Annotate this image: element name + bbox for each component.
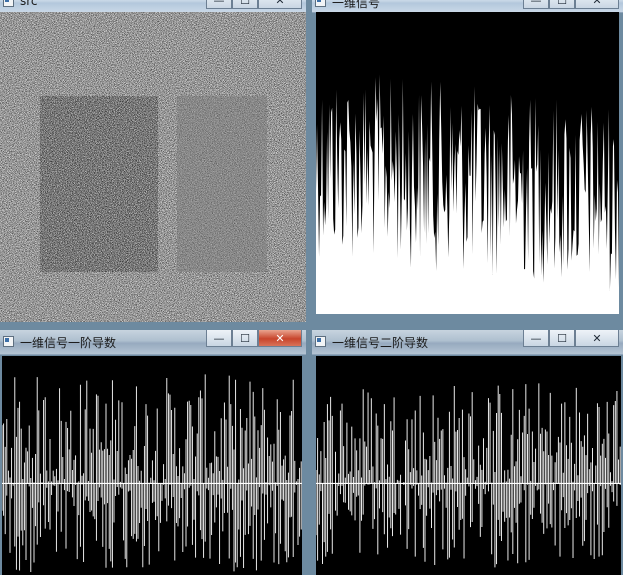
- first-derivative-plot: [2, 356, 302, 575]
- maximize-button[interactable]: ☐: [549, 330, 575, 347]
- window-icon: [3, 0, 14, 7]
- minimize-button[interactable]: —: [206, 0, 232, 9]
- window-icon: [315, 336, 326, 347]
- maximize-icon: ☐: [240, 0, 250, 7]
- window-first-derivative: 一维信号一阶导数 — ☐ ✕: [0, 330, 306, 575]
- maximize-icon: ☐: [240, 331, 250, 345]
- minimize-icon: —: [213, 331, 225, 345]
- minimize-icon: —: [530, 331, 542, 345]
- minimize-icon: —: [530, 0, 542, 7]
- close-button[interactable]: ✕: [575, 0, 619, 9]
- maximize-button[interactable]: ☐: [549, 0, 575, 9]
- signal-plot: [316, 12, 619, 314]
- maximize-icon: ☐: [557, 0, 567, 7]
- titlebar-first-derivative[interactable]: 一维信号一阶导数 — ☐ ✕: [0, 330, 306, 355]
- second-derivative-plot: [316, 356, 621, 575]
- minimize-button[interactable]: —: [523, 330, 549, 347]
- window-title: 一维信号二阶导数: [332, 336, 429, 350]
- noisy-image: [0, 12, 306, 322]
- close-icon: ✕: [592, 0, 602, 7]
- window-title: 一维信号一阶导数: [20, 336, 117, 350]
- maximize-button[interactable]: ☐: [232, 0, 258, 9]
- src-image-canvas: [0, 12, 306, 322]
- first-derivative-plot-canvas: [2, 356, 302, 575]
- close-button[interactable]: ✕: [258, 330, 302, 347]
- close-button[interactable]: ✕: [258, 0, 302, 9]
- second-derivative-plot-canvas: [316, 356, 621, 575]
- maximize-button[interactable]: ☐: [232, 330, 258, 347]
- window-icon: [3, 336, 14, 347]
- window-icon: [315, 0, 326, 7]
- signal-plot-canvas: [316, 12, 619, 314]
- window-src: src — ☐ ✕: [0, 0, 306, 322]
- titlebar-second-derivative[interactable]: 一维信号二阶导数 — ☐ ✕: [312, 330, 623, 355]
- close-icon: ✕: [275, 331, 285, 345]
- close-button[interactable]: ✕: [575, 330, 619, 347]
- close-icon: ✕: [592, 331, 602, 345]
- window-title: src: [20, 0, 38, 8]
- minimize-icon: —: [213, 0, 225, 7]
- window-signal: 一维信号 — ☐ ✕: [312, 0, 623, 322]
- window-title: 一维信号: [332, 0, 381, 10]
- maximize-icon: ☐: [557, 331, 567, 345]
- minimize-button[interactable]: —: [206, 330, 232, 347]
- window-second-derivative: 一维信号二阶导数 — ☐ ✕: [312, 330, 623, 575]
- close-icon: ✕: [275, 0, 285, 7]
- minimize-button[interactable]: —: [523, 0, 549, 9]
